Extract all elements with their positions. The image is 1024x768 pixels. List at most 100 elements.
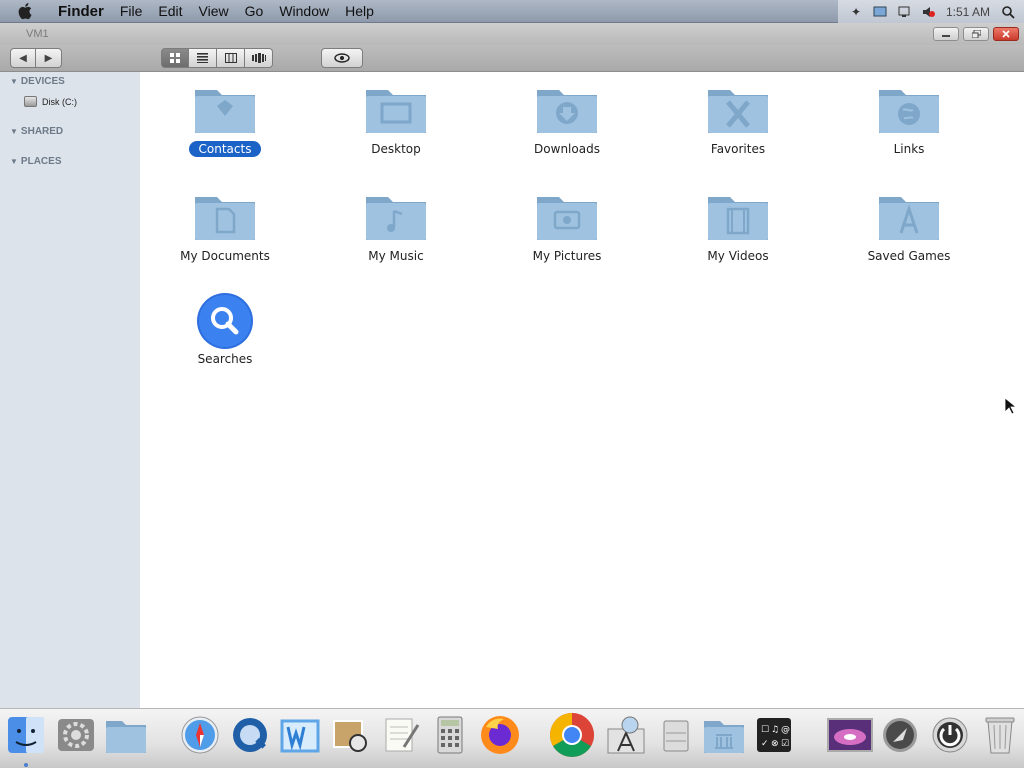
spotlight-search-icon[interactable] (1000, 4, 1016, 20)
word-icon[interactable] (276, 711, 324, 759)
menu-window[interactable]: Window (271, 0, 337, 23)
desktop-folder-icon (364, 82, 428, 136)
view-mode-buttons (161, 48, 273, 68)
sidebar-section-places[interactable]: ▼ PLACES (10, 156, 61, 167)
music-folder-icon (364, 189, 428, 243)
file-browser-content[interactable]: Contacts Desktop Downloads Favorites Lin… (140, 72, 1024, 708)
window-titlebar[interactable]: VM1 (0, 23, 1024, 45)
window-title: VM1 (26, 28, 49, 40)
sidebar-section-label: DEVICES (20, 76, 65, 87)
library-folder-icon[interactable] (700, 711, 748, 759)
file-label: Searches (197, 352, 253, 366)
file-label: My Music (368, 249, 424, 263)
finder-sidebar: ▼ DEVICES Disk (C:) ▼ SHARED ▼ PLACES (0, 72, 140, 708)
quicklook-button[interactable] (321, 48, 363, 68)
menu-help[interactable]: Help (337, 0, 382, 23)
file-item-searches[interactable]: Searches (165, 292, 285, 367)
svg-text:☐: ☐ (761, 725, 769, 735)
coverflow-view-button[interactable] (245, 48, 273, 68)
sidebar-section-shared[interactable]: ▼ SHARED (10, 126, 63, 137)
pictures-folder-icon (535, 189, 599, 243)
menu-clock[interactable]: 1:51 AM (946, 5, 990, 19)
svg-text:♫: ♫ (771, 725, 779, 735)
links-folder-icon (877, 82, 941, 136)
columns-icon (224, 53, 237, 63)
games-folder-icon (877, 189, 941, 243)
minimize-button[interactable] (933, 27, 959, 41)
file-item-desktop[interactable]: Desktop (336, 82, 456, 157)
safari-icon[interactable] (176, 711, 224, 759)
file-item-contacts[interactable]: Contacts (165, 82, 285, 157)
file-label: Desktop (371, 142, 421, 156)
wallpaper-icon[interactable] (826, 711, 874, 759)
sidebar-section-devices[interactable]: ▼ DEVICES (10, 76, 65, 87)
file-item-favorites[interactable]: Favorites (678, 82, 798, 157)
menu-file[interactable]: File (112, 0, 151, 23)
file-label: Links (893, 142, 925, 156)
apple-menu-icon[interactable] (12, 0, 40, 23)
volume-muted-icon[interactable] (920, 4, 936, 20)
disclosure-triangle-icon: ▼ (10, 157, 18, 166)
videos-folder-icon (706, 189, 770, 243)
file-label: My Pictures (532, 249, 602, 263)
icon-view-button[interactable] (161, 48, 189, 68)
launchpad-icon[interactable] (876, 711, 924, 759)
menu-edit[interactable]: Edit (150, 0, 190, 23)
eye-icon (334, 53, 350, 63)
file-item-my-documents[interactable]: My Documents (165, 189, 285, 264)
svg-text:⊗: ⊗ (771, 739, 779, 749)
forward-button[interactable]: ▶ (36, 48, 62, 68)
file-item-my-music[interactable]: My Music (336, 189, 456, 264)
coverflow-icon (251, 53, 266, 63)
control-panel-icon[interactable]: ☐ ♫ @ ✓ ⊗ ☑ (750, 711, 798, 759)
file-item-downloads[interactable]: Downloads (507, 82, 627, 157)
system-preferences-icon[interactable] (52, 711, 100, 759)
file-item-my-videos[interactable]: My Videos (678, 189, 798, 264)
documents-folder-icon (193, 189, 257, 243)
finder-icon[interactable] (2, 711, 50, 767)
downloads-folder-icon (535, 82, 599, 136)
menu-app-finder[interactable]: Finder (50, 0, 112, 23)
file-label: Contacts (188, 141, 262, 157)
sidebar-section-label: PLACES (20, 156, 62, 167)
users-folder-icon[interactable] (102, 711, 150, 759)
sidebar-item-disk-c[interactable]: Disk (C:) (24, 96, 77, 107)
file-label: My Documents (180, 249, 270, 263)
file-label: Downloads (534, 142, 600, 156)
menu-go[interactable]: Go (237, 0, 272, 23)
column-view-button[interactable] (217, 48, 245, 68)
quicktime-icon[interactable] (226, 711, 274, 759)
svg-text:@: @ (781, 725, 790, 735)
menu-bar: Finder File Edit View Go Window Help ✦ 1… (0, 0, 1024, 23)
chrome-icon[interactable] (548, 711, 596, 759)
favorites-folder-icon (706, 82, 770, 136)
file-label: Saved Games (867, 249, 951, 263)
close-button[interactable] (993, 27, 1019, 41)
list-view-button[interactable] (189, 48, 217, 68)
textedit-icon[interactable] (376, 711, 424, 759)
chevron-left-icon: ◀ (19, 52, 27, 64)
window-controls (933, 27, 1019, 41)
calculator-icon[interactable] (426, 711, 474, 759)
running-indicator (24, 763, 28, 767)
nav-buttons: ◀ ▶ (10, 48, 62, 68)
firefox-icon[interactable] (476, 711, 524, 759)
file-item-my-pictures[interactable]: My Pictures (507, 189, 627, 264)
disk-utility-icon[interactable] (652, 711, 700, 759)
svg-text:☑: ☑ (781, 739, 789, 749)
photo-viewer-icon[interactable] (326, 711, 374, 759)
trash-icon[interactable] (976, 711, 1024, 759)
menu-view[interactable]: View (191, 0, 237, 23)
file-item-links[interactable]: Links (849, 82, 969, 157)
file-item-saved-games[interactable]: Saved Games (849, 189, 969, 264)
back-button[interactable]: ◀ (10, 48, 36, 68)
finder-toolbar: ◀ ▶ (0, 45, 1024, 72)
bluetooth-icon[interactable]: ✦ (848, 4, 864, 20)
network-icon[interactable] (872, 4, 888, 20)
file-label: Favorites (710, 142, 766, 156)
app-store-icon[interactable] (602, 711, 650, 759)
display-icon[interactable] (896, 4, 912, 20)
restore-button[interactable] (963, 27, 989, 41)
power-icon[interactable] (926, 711, 974, 759)
svg-text:✓: ✓ (761, 739, 769, 749)
